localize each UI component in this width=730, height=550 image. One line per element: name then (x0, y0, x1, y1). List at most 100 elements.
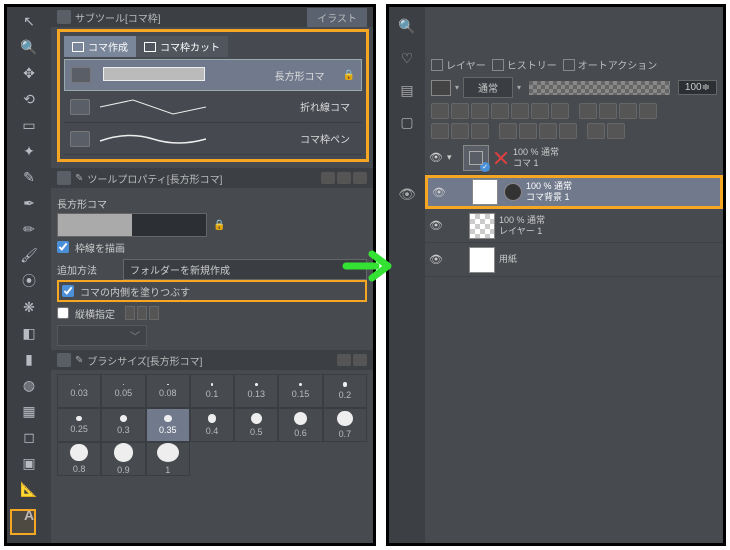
visibility-icon[interactable]: 👁 (432, 186, 446, 199)
brush-size-cell[interactable]: 0.25 (57, 408, 101, 442)
lock-aspect-checkbox[interactable] (57, 307, 69, 319)
draw-border-row[interactable]: 枠線を描画 (57, 236, 367, 258)
tab-layers[interactable]: レイヤー (431, 57, 486, 72)
brush-size-cell[interactable]: 0.4 (190, 408, 234, 442)
chevron-down-icon[interactable]: ▾ (455, 83, 459, 92)
layer-btn[interactable] (431, 103, 449, 119)
subtool-polyline-frame[interactable]: 折れ線コマ (64, 91, 362, 123)
layer-thumbnail: ✓ (463, 145, 489, 171)
layer-btn[interactable] (499, 123, 517, 139)
eraser-icon[interactable]: ◧ (19, 323, 39, 343)
brush-size-cell[interactable]: 1 (146, 442, 190, 476)
brush-size-cell[interactable]: 0.2 (323, 374, 367, 408)
lock-aspect-row[interactable]: 縦横指定 (57, 302, 367, 324)
brush-size-cell[interactable]: 0.7 (323, 408, 367, 442)
menu-icon[interactable] (57, 10, 71, 24)
subtool-thumb-icon (70, 99, 90, 115)
subtool-tab-cut[interactable]: コマ枠カット (136, 36, 228, 57)
brush-size-cell[interactable]: 0.8 (57, 442, 101, 476)
tab-illust[interactable]: イラスト (307, 8, 367, 27)
brush-size-cell[interactable]: 0.15 (278, 374, 322, 408)
menu-icon[interactable] (57, 353, 71, 367)
blend-icon[interactable]: ▮ (19, 349, 39, 369)
layer-row[interactable]: 👁 ▾ ✓ 100 % 通常 コマ 1 (425, 141, 723, 175)
tab-history[interactable]: ヒストリー (492, 57, 557, 72)
subtool-frame-pen[interactable]: コマ枠ペン (64, 123, 362, 155)
blend-mode-dropdown[interactable]: 通常 (463, 77, 513, 98)
brush-size-cell[interactable]: 0.5 (234, 408, 278, 442)
search-icon[interactable]: 🔍 (398, 17, 416, 35)
visible-icon[interactable]: 👁 (398, 185, 416, 203)
brush-size-cell[interactable]: 0.3 (101, 408, 145, 442)
layer-btn[interactable] (519, 123, 537, 139)
layer-btn[interactable] (451, 103, 469, 119)
layer-btn[interactable] (431, 123, 449, 139)
visibility-icon[interactable]: 👁 (429, 219, 443, 232)
figure-icon[interactable]: ◻ (19, 427, 39, 447)
frame-icon[interactable]: ▣ (19, 453, 39, 473)
preview-box[interactable] (57, 213, 207, 237)
layer-row[interactable]: 👁 100 % 通常 コマ背景 1 (425, 175, 723, 209)
layer-btn[interactable] (579, 103, 597, 119)
brush-dot-icon (337, 411, 352, 426)
subtool-tab-create[interactable]: コマ作成 (64, 36, 136, 57)
brush-size-cell[interactable]: 0.1 (190, 374, 234, 408)
ruler-icon[interactable]: 📐 (19, 479, 39, 499)
layer-btn[interactable] (471, 123, 489, 139)
layer-btn[interactable] (587, 123, 605, 139)
subtool-rect-frame[interactable]: 長方形コマ 🔒 (64, 59, 362, 91)
layer-btn[interactable] (471, 103, 489, 119)
move-icon[interactable]: ✥ (19, 63, 39, 83)
visibility-icon[interactable]: 👁 (429, 151, 443, 164)
layer-row[interactable]: 👁 100 % 通常 レイヤー 1 (425, 209, 723, 243)
layer-btn[interactable] (607, 123, 625, 139)
rotate-icon[interactable]: ⟲ (19, 89, 39, 109)
tab-autoaction[interactable]: オートアクション (563, 57, 658, 72)
airbrush-icon[interactable]: ⦿ (19, 271, 39, 291)
layers-stack-icon[interactable]: ▤ (398, 81, 416, 99)
add-method-dropdown[interactable]: フォルダーを新規作成﹀ (123, 259, 367, 280)
fold-icon[interactable]: ▾ (447, 152, 459, 163)
pencil-icon[interactable]: ✏ (19, 219, 39, 239)
pen-icon[interactable]: ✒ (19, 193, 39, 213)
brush-size-cell[interactable]: 0.08 (146, 374, 190, 408)
layer-color-swatch[interactable] (431, 80, 451, 96)
layer-btn[interactable] (531, 103, 549, 119)
layer-btn[interactable] (559, 123, 577, 139)
magnifier-icon[interactable]: 🔍 (19, 37, 39, 57)
opacity-slider[interactable] (529, 81, 670, 95)
layer-row[interactable]: 👁 用紙 (425, 243, 723, 277)
visibility-icon[interactable]: 👁 (429, 253, 443, 266)
draw-border-checkbox[interactable] (57, 241, 69, 253)
layer-btn[interactable] (451, 123, 469, 139)
decoration-icon[interactable]: ❋ (19, 297, 39, 317)
eyedropper-icon[interactable]: ✎ (19, 167, 39, 187)
layer-btn[interactable] (491, 103, 509, 119)
brush-dot-icon (251, 413, 262, 424)
wand-icon[interactable]: ✦ (19, 141, 39, 161)
fill-inside-row-highlight[interactable]: コマの内側を塗りつぶす (57, 280, 367, 302)
brush-size-cell[interactable]: 0.13 (234, 374, 278, 408)
menu-icon[interactable] (57, 171, 71, 185)
heart-icon[interactable]: ♡ (398, 49, 416, 67)
fill-icon[interactable]: ◍ (19, 375, 39, 395)
brush-icon[interactable]: 🖌 (19, 245, 39, 265)
brush-size-cell[interactable]: 0.05 (101, 374, 145, 408)
opacity-value[interactable]: 100≑ (678, 80, 717, 95)
stepper-icon[interactable]: ≑ (702, 82, 710, 93)
fill-inside-checkbox[interactable] (62, 285, 74, 297)
gradient-icon[interactable]: ▦ (19, 401, 39, 421)
layer-btn[interactable] (511, 103, 529, 119)
layer-btn[interactable] (539, 123, 557, 139)
swatch-icon[interactable]: ▢ (398, 113, 416, 131)
pointer-icon[interactable]: ↖ (19, 11, 39, 31)
marquee-icon[interactable]: ▭ (19, 115, 39, 135)
layer-btn[interactable] (639, 103, 657, 119)
brush-size-cell[interactable]: 0.35 (146, 408, 190, 442)
layer-btn[interactable] (619, 103, 637, 119)
layer-btn[interactable] (551, 103, 569, 119)
brush-size-cell[interactable]: 0.03 (57, 374, 101, 408)
layer-btn[interactable] (599, 103, 617, 119)
brush-size-cell[interactable]: 0.6 (278, 408, 322, 442)
brush-size-cell[interactable]: 0.9 (101, 442, 145, 476)
